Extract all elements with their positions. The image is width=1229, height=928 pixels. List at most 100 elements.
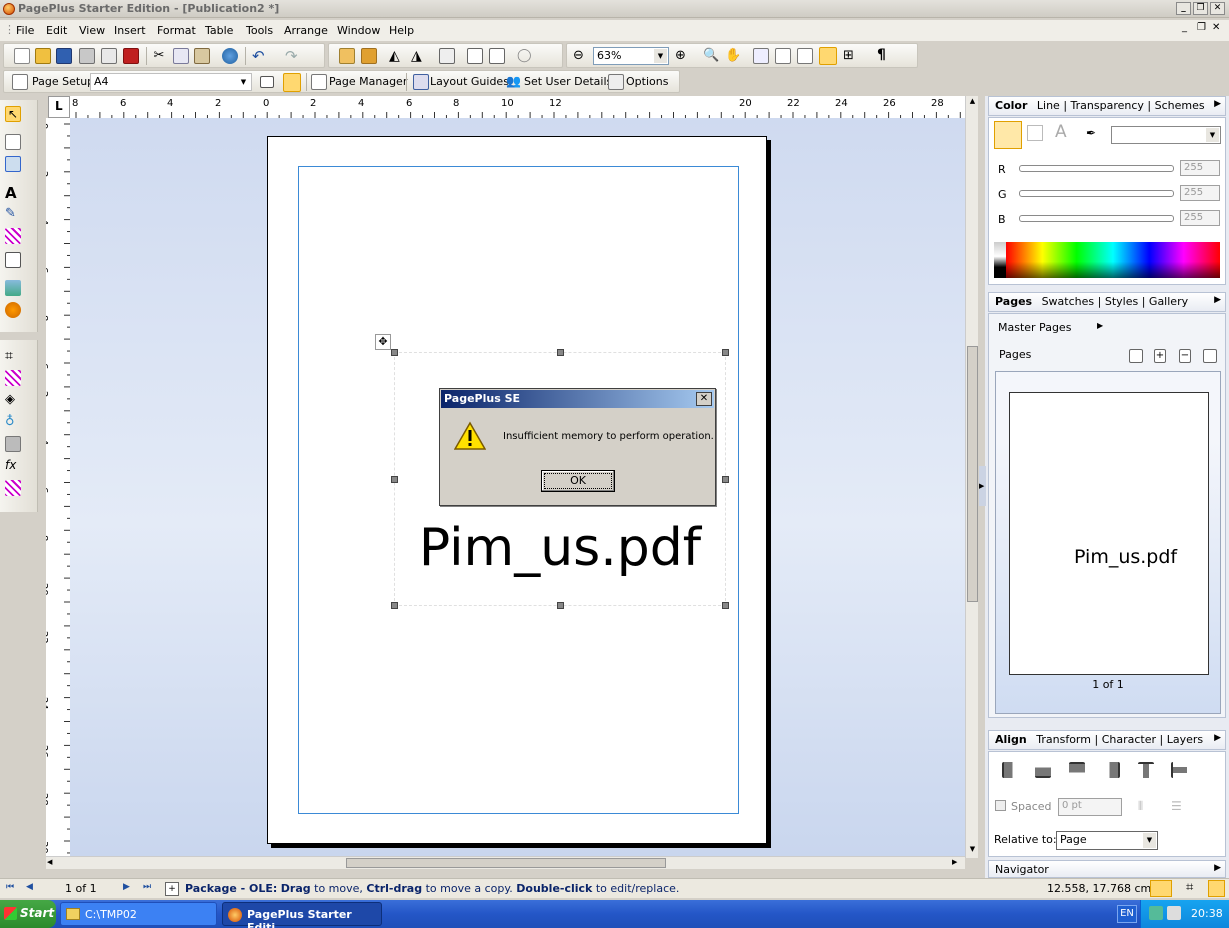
align-left-icon[interactable] xyxy=(1002,762,1018,778)
table-tool-icon[interactable] xyxy=(5,156,21,172)
shadow-tool-icon[interactable] xyxy=(5,436,21,452)
wrap-icon[interactable] xyxy=(489,48,505,64)
start-button[interactable]: Start xyxy=(0,900,56,928)
restore-button[interactable]: ❐ xyxy=(1193,2,1208,15)
print-icon[interactable] xyxy=(79,48,95,64)
align-middle-vertical-icon[interactable] xyxy=(1171,762,1187,778)
menu-file[interactable]: File xyxy=(16,24,34,37)
doc-minimize-button[interactable]: _ xyxy=(1182,22,1187,33)
tab-schemes[interactable]: Schemes xyxy=(1155,99,1205,112)
navigator-panel-header[interactable]: Navigator ▶ xyxy=(988,860,1226,878)
bring-front-icon[interactable] xyxy=(339,48,355,64)
web-icon[interactable] xyxy=(222,48,238,64)
last-page-icon[interactable]: ⏭ xyxy=(143,882,151,892)
user-details-icon[interactable]: 👥 xyxy=(506,74,522,90)
menu-format[interactable]: Format xyxy=(157,24,196,37)
crop-tool-icon[interactable]: ⌗ xyxy=(5,348,21,364)
new-icon[interactable] xyxy=(14,48,30,64)
cut-icon[interactable]: ✂ xyxy=(151,48,167,64)
layout-guides-button[interactable]: Layout Guides xyxy=(430,75,509,88)
resize-handle[interactable] xyxy=(391,602,398,609)
layout-guides-icon[interactable] xyxy=(413,74,429,90)
master-pages-label[interactable]: Master Pages xyxy=(998,321,1071,334)
zoom-tool-icon[interactable]: 🔍 xyxy=(703,48,719,64)
pencil-tool-icon[interactable]: ✎ xyxy=(5,206,21,222)
options-button[interactable]: Options xyxy=(626,75,668,88)
scroll-left-icon[interactable]: ◀ xyxy=(47,858,57,869)
pan-tool-icon[interactable]: ✋ xyxy=(725,48,741,64)
options-icon[interactable] xyxy=(608,74,624,90)
spaced-input[interactable]: 0 pt xyxy=(1058,798,1122,816)
scroll-right-icon[interactable]: ▶ xyxy=(952,858,962,869)
page-setup-icon[interactable] xyxy=(12,74,28,90)
language-indicator[interactable]: EN xyxy=(1117,905,1137,923)
group-icon[interactable] xyxy=(467,48,483,64)
zoom-in-icon[interactable]: ⊕ xyxy=(675,48,691,64)
zoom-out-icon[interactable]: ⊖ xyxy=(573,48,589,64)
open-icon[interactable] xyxy=(35,48,51,64)
expand-icon[interactable]: ▶ xyxy=(1097,321,1103,330)
text-frame-tool-icon[interactable] xyxy=(5,134,21,150)
resize-handle[interactable] xyxy=(722,476,729,483)
menu-help[interactable]: Help xyxy=(389,24,414,37)
channel-g-input[interactable]: 255 xyxy=(1180,185,1220,201)
actual-size-icon[interactable] xyxy=(753,48,769,64)
resize-handle[interactable] xyxy=(722,349,729,356)
tab-color[interactable]: Color xyxy=(995,99,1027,112)
line-tool-icon[interactable] xyxy=(5,228,21,244)
close-button[interactable]: ✕ xyxy=(1210,2,1225,15)
prev-page-icon[interactable]: ◀ xyxy=(26,882,33,892)
portrait-icon[interactable] xyxy=(283,73,301,92)
copy-icon[interactable] xyxy=(173,48,189,64)
panel-menu-icon[interactable]: ▶ xyxy=(1214,733,1221,743)
delete-page-icon[interactable]: − xyxy=(1179,349,1191,363)
menu-arrange[interactable]: Arrange xyxy=(284,24,328,37)
rotate-tool-icon[interactable] xyxy=(5,370,21,386)
move-handle-icon[interactable]: ✥ xyxy=(375,334,391,350)
eyedropper-icon[interactable]: ✒ xyxy=(1086,126,1096,140)
menu-tools[interactable]: Tools xyxy=(246,24,273,37)
color-mode-combo[interactable]: ▼ xyxy=(1111,126,1221,144)
picture-tool-icon[interactable] xyxy=(5,280,21,296)
page-manager-button[interactable]: Page Manager xyxy=(329,75,407,88)
send-back-icon[interactable] xyxy=(361,48,377,64)
next-page-icon[interactable]: ▶ xyxy=(123,882,130,892)
snapping-icon[interactable] xyxy=(1150,880,1172,897)
page-indicator[interactable]: 1 of 1 xyxy=(65,882,97,895)
fx-tool-icon[interactable]: fx xyxy=(5,458,21,474)
tab-transform[interactable]: Transform xyxy=(1036,733,1091,746)
zoom-combo[interactable]: 63% ▼ xyxy=(593,47,669,65)
multi-page-icon[interactable]: ⊞ xyxy=(843,48,859,64)
resize-handle[interactable] xyxy=(557,349,564,356)
channel-b-slider[interactable] xyxy=(1019,215,1174,222)
network-icon[interactable] xyxy=(1149,906,1163,920)
flip-vertical-icon[interactable]: ◮ xyxy=(411,48,427,64)
horizontal-scroll-thumb[interactable] xyxy=(346,858,666,868)
task-pageplus[interactable]: PagePlus Starter Editi... xyxy=(222,902,382,928)
channel-g-slider[interactable] xyxy=(1019,190,1174,197)
panel-menu-icon[interactable]: ▶ xyxy=(1214,863,1221,873)
align-right-icon[interactable] xyxy=(1104,762,1120,778)
resize-handle[interactable] xyxy=(557,602,564,609)
page-manager-icon[interactable] xyxy=(311,74,327,90)
add-page-icon[interactable]: + xyxy=(1154,349,1166,363)
set-user-details-button[interactable]: Set User Details xyxy=(524,75,612,88)
task-folder[interactable]: C:\TMP02 xyxy=(60,902,217,926)
ok-button[interactable]: OK xyxy=(541,470,615,492)
save-icon[interactable] xyxy=(56,48,72,64)
dialog-close-button[interactable]: ✕ xyxy=(696,392,712,406)
fill-tool-icon[interactable]: ◈ xyxy=(5,392,21,408)
scroll-down-icon[interactable]: ▼ xyxy=(967,845,978,855)
horizontal-ruler[interactable]: 8 6 4 2 0 2 4 6 8 10 12 20 22 24 26 28 xyxy=(70,96,965,118)
menu-edit[interactable]: Edit xyxy=(46,24,67,37)
undo-icon[interactable]: ↶ xyxy=(252,47,268,65)
page-view-icon[interactable] xyxy=(1208,880,1225,897)
chevron-down-icon[interactable]: ▼ xyxy=(654,49,667,63)
pane-collapse-icon[interactable]: ▶ xyxy=(979,466,986,506)
flip-horizontal-icon[interactable]: ◭ xyxy=(389,48,405,64)
resize-handle[interactable] xyxy=(722,602,729,609)
crop-view-icon[interactable]: ⌗ xyxy=(1186,880,1193,895)
tab-swatches[interactable]: Swatches xyxy=(1042,295,1095,308)
tab-gallery[interactable]: Gallery xyxy=(1149,295,1188,308)
single-page-icon[interactable] xyxy=(819,47,837,65)
